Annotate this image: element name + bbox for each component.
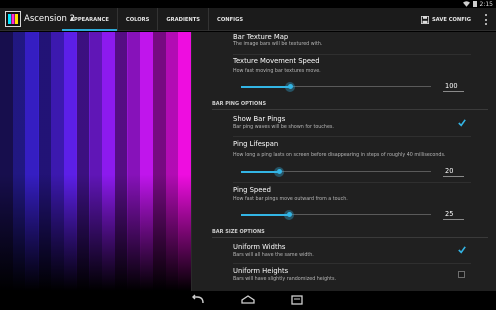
preview-bar <box>178 32 191 291</box>
pref-bar-texture-map[interactable]: Bar Texture Map The image bars will be t… <box>192 32 496 52</box>
tab-appearance[interactable]: APPEARANCE <box>62 8 117 31</box>
battery-icon <box>472 1 477 7</box>
preview-bar <box>127 32 141 291</box>
tab-colors[interactable]: COLORS <box>116 8 157 31</box>
pref-summary: The image bars will be textured with. <box>233 42 323 47</box>
uniform-widths-checkbox[interactable] <box>458 246 466 254</box>
section-divider <box>212 109 488 110</box>
navigation-bar <box>0 291 496 310</box>
status-bar: 2:15 <box>0 0 496 8</box>
value-underline <box>443 176 464 177</box>
pref-title: Uniform Widths <box>233 243 286 251</box>
slider-fill <box>241 85 290 88</box>
pref-separator <box>233 54 471 55</box>
checkmark-icon <box>458 119 466 127</box>
tab-label: APPEARANCE <box>70 16 109 23</box>
slider-thumb[interactable] <box>284 209 294 220</box>
preview-bar <box>101 32 116 291</box>
tab-label: COLORS <box>125 16 150 23</box>
bars-preview[interactable] <box>0 32 191 291</box>
pref-separator <box>233 263 471 264</box>
action-bar: Ascension 2 APPEARANCE COLORS GRADIENTS … <box>0 8 496 31</box>
pref-summary: Bar ping waves will be shown for touches… <box>233 125 334 130</box>
show-bar-pings-checkbox[interactable] <box>458 119 466 127</box>
preview-bar <box>152 32 167 291</box>
pref-ping-speed: Ping Speed How fast bar pings move outwa… <box>192 184 496 226</box>
preview-bar <box>38 32 52 291</box>
slider-value[interactable]: 20 <box>445 167 453 175</box>
preview-bar <box>50 32 65 291</box>
uniform-heights-checkbox[interactable] <box>458 271 465 278</box>
pref-summary: Bars will have slightly randomized heigh… <box>233 277 337 282</box>
slider-fill <box>241 213 290 216</box>
section-divider <box>212 237 488 238</box>
save-config-label: SAVE CONFIG <box>431 16 471 23</box>
pref-summary: How fast moving bar textures move. <box>233 69 321 74</box>
preview-bar <box>63 32 77 291</box>
preview-bar <box>0 32 14 291</box>
pref-uniform-widths[interactable]: Uniform Widths Bars will all have the sa… <box>192 240 496 262</box>
pref-summary: Bars will all have the same width. <box>233 253 314 258</box>
tab-bar: APPEARANCE COLORS GRADIENTS CONFIGS <box>62 8 251 31</box>
home-icon[interactable] <box>240 294 256 306</box>
wifi-icon <box>462 1 470 7</box>
slider-thumb[interactable] <box>285 81 295 92</box>
section-header-bar-size: BAR SIZE OPTIONS <box>212 229 265 235</box>
status-icons: 2:15 <box>462 0 493 8</box>
clock: 2:15 <box>479 0 493 8</box>
preview-bar <box>25 32 39 291</box>
pref-uniform-heights[interactable]: Uniform Heights Bars will have slightly … <box>192 265 496 289</box>
slider-value[interactable]: 25 <box>445 210 453 218</box>
tab-label: GRADIENTS <box>166 16 201 23</box>
recent-apps-icon[interactable] <box>289 294 305 306</box>
tab-configs[interactable]: CONFIGS <box>208 8 251 31</box>
slider-thumb[interactable] <box>274 166 284 177</box>
save-icon <box>420 15 429 24</box>
preview-bar <box>114 32 128 291</box>
slider-value[interactable]: 100 <box>445 82 458 90</box>
pref-title: Texture Movement Speed <box>233 57 320 65</box>
preview-bar <box>89 32 103 291</box>
value-underline <box>443 91 464 92</box>
pref-summary: How long a ping lasts on screen before d… <box>233 153 446 158</box>
pref-title: Show Bar Pings <box>233 115 286 123</box>
preview-bar <box>76 32 90 291</box>
pref-show-bar-pings[interactable]: Show Bar Pings Bar ping waves will be sh… <box>192 112 496 134</box>
preview-bar <box>165 32 179 291</box>
tab-label: CONFIGS <box>217 16 244 23</box>
save-config-button[interactable]: SAVE CONFIG <box>420 8 471 31</box>
back-icon[interactable] <box>190 294 206 306</box>
checkmark-icon <box>458 246 466 254</box>
pref-title: Uniform Heights <box>233 267 289 275</box>
settings-list: Bar Texture Map The image bars will be t… <box>192 32 496 291</box>
pref-ping-lifespan: Ping Lifespan How long a ping lasts on s… <box>192 138 496 182</box>
app-logo-icon[interactable] <box>5 11 21 27</box>
pref-texture-speed: Texture Movement Speed How fast moving b… <box>192 56 496 98</box>
preview-bar <box>12 32 26 291</box>
overflow-menu-icon[interactable] <box>484 14 488 25</box>
pref-title: Ping Speed <box>233 186 271 194</box>
pref-separator <box>233 136 471 137</box>
tab-gradients[interactable]: GRADIENTS <box>157 8 208 31</box>
pref-separator <box>233 182 471 183</box>
pref-title: Ping Lifespan <box>233 140 279 148</box>
value-underline <box>443 219 464 220</box>
section-header-bar-ping: BAR PING OPTIONS <box>212 101 267 107</box>
pref-title: Bar Texture Map <box>233 33 289 41</box>
pref-summary: How fast bar pings move outward from a t… <box>233 197 348 202</box>
preview-bar <box>140 32 154 291</box>
